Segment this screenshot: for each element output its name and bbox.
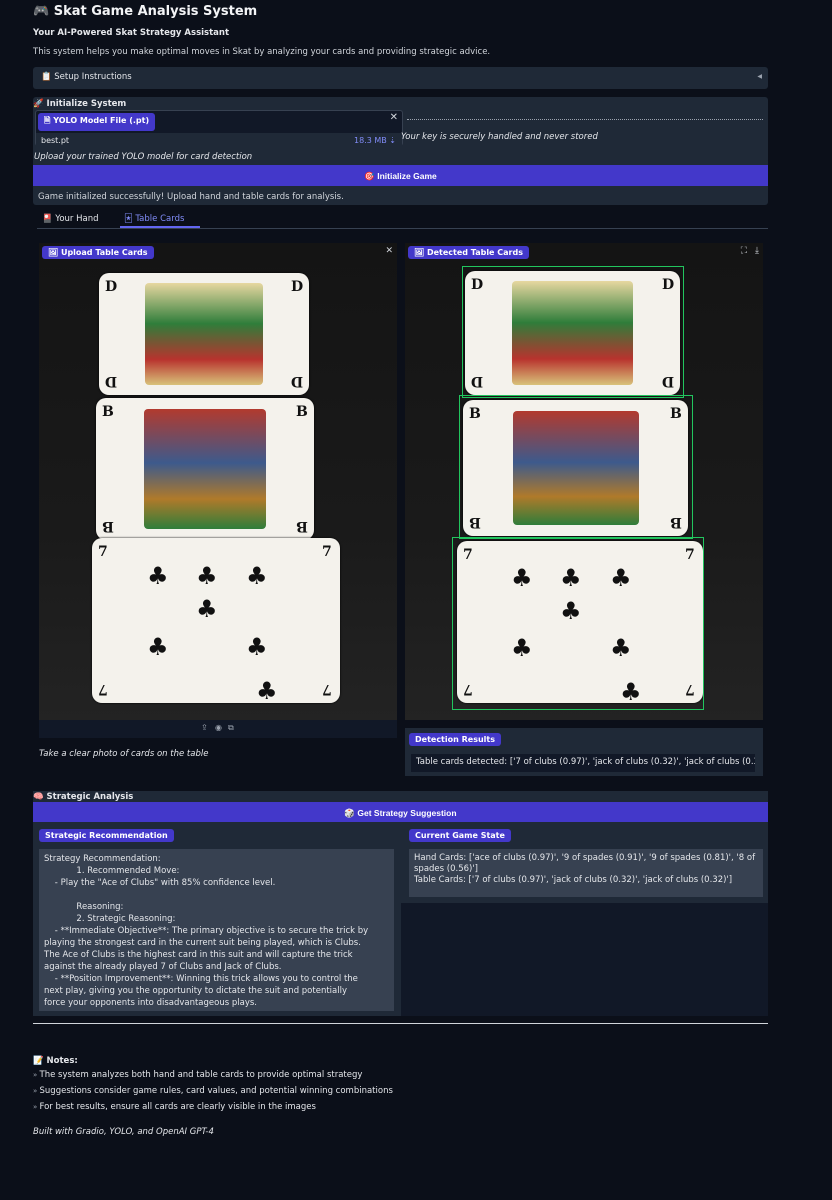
playing-card: D D D D: [99, 273, 309, 395]
empty-area: [401, 903, 768, 1016]
model-file-upload[interactable]: 🗎 YOLO Model File (.pt) ✕ best.pt 18.3 M…: [35, 110, 403, 147]
clubs-pip-icon: ♣: [246, 633, 268, 661]
recommendation-line: force your opponents into disadvantageou…: [44, 998, 257, 1008]
setup-instructions-label: 📋 Setup Instructions: [41, 72, 132, 82]
webcam-icon[interactable]: ◉: [215, 723, 222, 732]
recommendation-line: - **Position Improvement**: Winning this…: [44, 974, 358, 984]
clubs-pip-icon: ♣: [147, 562, 169, 590]
game-state-text: Hand Cards: ['ace of clubs (0.97)', '9 o…: [409, 849, 763, 897]
detection-results-label: Detection Results: [409, 733, 501, 746]
footer-text: Built with Gradio, YOLO, and OpenAI GPT-…: [33, 1127, 214, 1137]
collapse-arrow-icon: ◀: [757, 73, 762, 80]
detection-results-text: Table cards detected: ['7 of clubs (0.97…: [411, 754, 755, 772]
current-game-state-label: Current Game State: [409, 829, 511, 842]
recommendation-line: Reasoning:: [44, 902, 124, 912]
init-status-text: Game initialized successfully! Upload ha…: [38, 192, 344, 202]
recommendation-line: playing the strongest card in the curren…: [44, 938, 361, 948]
detection-box: [452, 537, 704, 710]
image-toolbar: ⇪ ◉ ⧉: [39, 720, 397, 738]
page-description: This system helps you make optimal moves…: [33, 47, 491, 57]
clubs-pip-icon: ♣: [196, 595, 218, 623]
list-item: Suggestions consider game rules, card va…: [33, 1086, 393, 1096]
model-file-label: 🗎 YOLO Model File (.pt): [38, 113, 156, 131]
recommendation-line: 2. Strategic Reasoning:: [44, 914, 176, 924]
detected-table-cards-panel: D D D D B B B B 7 7 7 7 ♣ ♣ ♣ ♣ ♣ ♣ ♣ 🖼 Detected Table Car…: [405, 243, 763, 720]
upload-icon[interactable]: ⇪: [201, 723, 208, 732]
model-upload-note: Upload your trained YOLO model for card …: [34, 152, 253, 162]
recommendation-line: - **Immediate Objective**: The primary o…: [44, 926, 369, 936]
clear-file-icon[interactable]: ✕: [390, 112, 398, 123]
table-cards-photo: D D D D B B B B 7 7 7 7 ♣ ♣ ♣ ♣ ♣ ♣ ♣: [39, 243, 397, 720]
card-corner-index: D: [291, 373, 304, 389]
recommendation-line: [44, 889, 389, 901]
uploaded-file-row: best.pt 18.3 MB ⇣: [36, 133, 402, 147]
detection-box: [462, 266, 684, 398]
card-corner-index: D: [291, 279, 304, 295]
file-size-download[interactable]: 18.3 MB ⇣: [354, 136, 396, 145]
playing-card: 7 7 7 7 ♣ ♣ ♣ ♣ ♣ ♣ ♣: [92, 538, 340, 703]
file-name: best.pt: [41, 136, 70, 145]
api-key-note: Your key is securely handled and never s…: [401, 132, 598, 142]
tab-your-hand[interactable]: 🎴 Your Hand: [42, 214, 99, 224]
list-item: The system analyzes both hand and table …: [33, 1070, 393, 1080]
card-tabs: 🎴 Your Hand 🃏 Table Cards: [37, 212, 768, 229]
table-cards-text: Table Cards: ['7 of clubs (0.97)', 'jack…: [414, 875, 733, 885]
card-corner-index: D: [105, 373, 118, 389]
card-corner-index: B: [102, 518, 114, 534]
strategy-recommendation-text: Strategy Recommendation: 1. Recommended …: [39, 849, 394, 1011]
detection-results-panel: Detection Results Table cards detected: …: [405, 728, 763, 776]
recommendation-line: The Ace of Clubs is the highest card in …: [44, 950, 353, 960]
notes-heading: 📝 Notes:: [33, 1056, 78, 1066]
card-corner-index: 7: [322, 681, 332, 697]
card-figure: [143, 409, 267, 529]
page-subtitle: Your AI-Powered Skat Strategy Assistant: [33, 28, 230, 38]
card-corner-index: B: [296, 518, 308, 534]
clubs-pip-icon: ♣: [256, 677, 278, 703]
card-corner-index: B: [102, 404, 114, 420]
recommendation-line: against the already played 7 of Clubs an…: [44, 962, 282, 972]
list-item: For best results, ensure all cards are c…: [33, 1102, 393, 1112]
card-corner-index: B: [296, 404, 308, 420]
card-corner-index: D: [105, 279, 118, 295]
upload-table-cards-panel[interactable]: D D D D B B B B 7 7 7 7 ♣ ♣ ♣ ♣ ♣ ♣ ♣ 🖼 Upload Table Cards…: [39, 243, 397, 738]
divider: [33, 1023, 768, 1024]
download-icon[interactable]: ⤓: [755, 246, 759, 256]
playing-card: B B B B: [96, 398, 314, 540]
clubs-pip-icon: ♣: [196, 562, 218, 590]
card-corner-index: 7: [98, 544, 108, 560]
notes-list: The system analyzes both hand and table …: [33, 1070, 393, 1118]
clear-image-icon[interactable]: ✕: [385, 246, 393, 256]
clubs-pip-icon: ♣: [147, 633, 169, 661]
card-figure: [145, 282, 263, 386]
page-title: 🎮 Skat Game Analysis System: [33, 4, 258, 19]
recommendation-line: 1. Recommended Move:: [44, 866, 180, 876]
initialize-game-button[interactable]: 🎯 Initialize Game: [33, 165, 768, 186]
strategic-analysis-heading: 🧠 Strategic Analysis: [33, 792, 134, 802]
get-strategy-button[interactable]: 🎲 Get Strategy Suggestion: [33, 802, 768, 822]
clubs-pip-icon: ♣: [246, 562, 268, 590]
upload-photo-note: Take a clear photo of cards on the table: [39, 749, 209, 759]
strategic-recommendation-label: Strategic Recommendation: [39, 829, 174, 842]
active-tab-indicator: [120, 226, 200, 228]
upload-table-cards-label: 🖼 Upload Table Cards: [42, 246, 154, 259]
detected-table-cards-label: 🖼 Detected Table Cards: [408, 246, 529, 259]
recommendation-line: - Play the "Ace of Clubs" with 85% confi…: [44, 878, 276, 888]
tab-table-cards[interactable]: 🃏 Table Cards: [124, 214, 184, 224]
clipboard-icon[interactable]: ⧉: [228, 723, 234, 733]
setup-instructions-accordion[interactable]: 📋 Setup Instructions ◀: [33, 67, 768, 89]
hand-cards-text: Hand Cards: ['ace of clubs (0.97)', '9 o…: [414, 853, 756, 874]
fullscreen-icon[interactable]: ⛶: [741, 246, 747, 256]
strategic-analysis-section: 🧠 Strategic Analysis 🎲 Get Strategy Sugg…: [33, 791, 768, 1016]
api-key-field[interactable]: [407, 119, 763, 120]
initialize-section: 🚀 Initialize System 🗎 YOLO Model File (.…: [33, 97, 768, 205]
initialize-heading: 🚀 Initialize System: [33, 99, 127, 109]
card-corner-index: 7: [98, 681, 108, 697]
detection-box: [459, 395, 693, 539]
recommendation-line: Strategy Recommendation:: [44, 854, 161, 864]
recommendation-line: next play, giving you the opportunity to…: [44, 986, 347, 996]
card-corner-index: 7: [322, 544, 332, 560]
